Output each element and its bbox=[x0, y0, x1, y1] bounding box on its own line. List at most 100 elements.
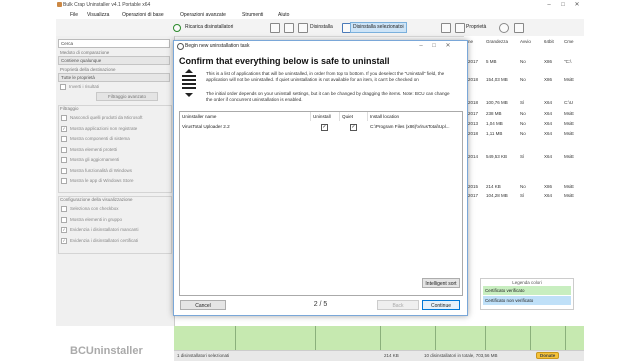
intelligent-sort-button[interactable]: Intelligent sort bbox=[422, 278, 460, 288]
menu-bar: File Visualizza Operazioni di base Opera… bbox=[56, 10, 584, 19]
size-map-segment[interactable] bbox=[564, 326, 566, 350]
sidebar: Cerca Medoto di comparazione Contiene qu… bbox=[56, 36, 175, 326]
table-cell: 2013 bbox=[468, 121, 479, 126]
size-map-segment[interactable] bbox=[529, 326, 531, 350]
table-cell: 1,11 MB bbox=[486, 131, 503, 136]
table-cell: X64 bbox=[544, 131, 553, 136]
donate-button[interactable]: Donate bbox=[536, 352, 560, 359]
column-install-location[interactable]: Install location bbox=[368, 112, 462, 121]
sidebar-option-label: Seleziona con checkbox bbox=[70, 206, 119, 212]
row-quiet-checkbox[interactable]: ✓ bbox=[350, 124, 357, 131]
brand-label: BCUninstaller bbox=[70, 345, 143, 357]
sidebar-option-checkbox[interactable]: Nascondi quelli prodotti da Microsoft bbox=[61, 115, 143, 121]
table-cell: No bbox=[520, 111, 526, 116]
table-cell: Sì bbox=[520, 193, 525, 198]
table-cell: MsiE bbox=[564, 193, 574, 198]
back-button[interactable]: Back bbox=[377, 300, 419, 310]
size-map-segment[interactable] bbox=[314, 326, 316, 350]
maximize-icon[interactable]: □ bbox=[556, 0, 570, 10]
table-cell: Sì bbox=[520, 154, 525, 159]
column-uninstaller-name[interactable]: Uninstaller name bbox=[180, 112, 311, 121]
column-header[interactable]: 64bit bbox=[544, 39, 554, 44]
size-map-segment[interactable] bbox=[379, 326, 381, 350]
edit-icon[interactable] bbox=[441, 23, 451, 33]
menu-file[interactable]: File bbox=[70, 12, 78, 18]
table-cell: No bbox=[520, 77, 526, 82]
list-icon[interactable] bbox=[270, 23, 280, 33]
row-uninstall-checkbox[interactable]: ✓ bbox=[321, 124, 328, 131]
sidebar-option-checkbox[interactable]: ✓ Evidenzia i disinstallatori certificati bbox=[61, 237, 139, 244]
sidebar-option-checkbox[interactable]: Seleziona con checkbox bbox=[61, 206, 119, 212]
sidebar-option-checkbox[interactable]: Mostra elementi protetti bbox=[61, 146, 117, 153]
dialog-note: The initial order depends on your uninst… bbox=[206, 91, 450, 102]
close-icon[interactable]: ✕ bbox=[442, 41, 454, 51]
size-map-segment[interactable] bbox=[234, 326, 236, 350]
table-cell: X64 bbox=[544, 193, 553, 198]
minimize-icon[interactable]: – bbox=[542, 0, 556, 10]
continue-button[interactable]: Continue bbox=[422, 300, 460, 310]
sidebar-option-checkbox[interactable]: ✓ Evidenzia i disinstallatori mancanti bbox=[61, 227, 139, 233]
advanced-filter-button[interactable]: Filtraggio avanzato bbox=[96, 92, 158, 101]
column-header[interactable]: ne bbox=[468, 39, 473, 44]
sidebar-option-label: Mostra funzionalità di Windows bbox=[70, 167, 133, 173]
column-header[interactable]: Avvio bbox=[520, 39, 531, 44]
sidebar-option-label: Evidenzia i disinstallatori certificati bbox=[70, 237, 139, 243]
table-cell: MsiE bbox=[564, 154, 574, 159]
table-cell: X86 bbox=[544, 184, 553, 189]
menu-advanced-ops[interactable]: Operazioni avanzate bbox=[180, 12, 226, 18]
table-cell: 2018 bbox=[468, 100, 479, 105]
property-select[interactable]: Tutte le proprietà bbox=[58, 73, 170, 82]
size-map-segment[interactable] bbox=[434, 326, 436, 350]
invert-results-checkbox[interactable]: Inverti i risultati bbox=[60, 84, 99, 90]
uninstall-selected-button[interactable]: Disinstalla selezionatoi bbox=[350, 22, 407, 33]
sidebar-option-checkbox[interactable]: Mostra le app di Windows Store bbox=[61, 178, 134, 184]
size-map[interactable] bbox=[174, 326, 584, 350]
search-input[interactable]: Cerca bbox=[58, 39, 170, 48]
dialog-heading: Confirm that everything below is safe to… bbox=[179, 56, 390, 66]
table-cell: X64 bbox=[544, 121, 553, 126]
uninstall-order-table[interactable]: Uninstaller name Uninstall Quiet Install… bbox=[179, 111, 463, 296]
sidebar-option-label: Mostra gli aggiornamenti bbox=[70, 157, 120, 163]
row-install-location: C:\Program Files (x86)\VirusTotal\Upl... bbox=[370, 124, 450, 129]
column-header[interactable]: Cme bbox=[564, 39, 574, 44]
menu-view[interactable]: Visualizza bbox=[87, 12, 109, 18]
status-selected: 1 disinstallatori selezionati bbox=[177, 353, 230, 358]
column-quiet[interactable]: Quiet bbox=[340, 112, 368, 121]
column-header[interactable]: Grandezza bbox=[486, 39, 508, 44]
menu-basic-ops[interactable]: Operazioni di base bbox=[122, 12, 164, 18]
checkbox-icon: ✓ bbox=[61, 227, 67, 233]
minimize-icon[interactable]: – bbox=[415, 41, 427, 51]
status-total: 10 disinstallatori in totale, 703,56 MB bbox=[424, 353, 498, 358]
sidebar-option-checkbox[interactable]: Mostra elementi in gruppo bbox=[61, 216, 122, 223]
sidebar-option-checkbox[interactable]: Mostra gli aggiornamenti bbox=[61, 157, 119, 163]
column-uninstall[interactable]: Uninstall bbox=[311, 112, 340, 121]
properties-button[interactable]: Proprietà bbox=[464, 23, 488, 32]
filter-icon[interactable] bbox=[284, 23, 294, 33]
compare-label: Medoto di comparazione bbox=[60, 50, 110, 55]
app-title: Bulk Crap Uninstaller v4.1 Portable x64 bbox=[63, 2, 151, 8]
sidebar-option-checkbox[interactable]: ✓ Mostra applicazioni non registrate bbox=[61, 125, 137, 132]
table-cell: 2017 bbox=[468, 193, 479, 198]
sidebar-option-checkbox[interactable]: Mostra funzionalità di Windows bbox=[61, 167, 133, 174]
sidebar-option-checkbox[interactable]: Mostra componenti di sistema bbox=[61, 136, 130, 142]
maximize-icon[interactable]: □ bbox=[428, 41, 440, 51]
gear-icon[interactable] bbox=[499, 23, 509, 33]
row-uninstaller-name[interactable]: VirusTotal Uploader 2.2 bbox=[180, 123, 311, 131]
menu-help[interactable]: Aiuto bbox=[278, 12, 289, 18]
checkbox-icon bbox=[61, 157, 67, 163]
legend-title: Legenda colori bbox=[512, 280, 542, 285]
menu-tools[interactable]: Strumenti bbox=[242, 12, 263, 18]
dialog-title-bar: Begin new uninstallation task – □ ✕ bbox=[174, 41, 467, 51]
table-cell: X86 bbox=[544, 77, 553, 82]
table-cell: 214 KB bbox=[486, 184, 501, 189]
trash-icon[interactable] bbox=[298, 23, 308, 33]
size-map-segment[interactable] bbox=[484, 326, 486, 350]
table-cell: MsiE bbox=[564, 121, 574, 126]
filter-group-title: Filtraggio bbox=[60, 106, 79, 111]
close-icon[interactable]: ✕ bbox=[570, 0, 584, 10]
uninstall-button[interactable]: Disinstalla bbox=[308, 23, 335, 32]
compare-select[interactable]: Contiene qualunque bbox=[58, 56, 170, 65]
refresh-button[interactable]: Ricarica disinstallatori bbox=[183, 23, 235, 32]
dialog-description: This is a list of applications that will… bbox=[206, 71, 445, 82]
grid-icon[interactable] bbox=[514, 23, 524, 33]
